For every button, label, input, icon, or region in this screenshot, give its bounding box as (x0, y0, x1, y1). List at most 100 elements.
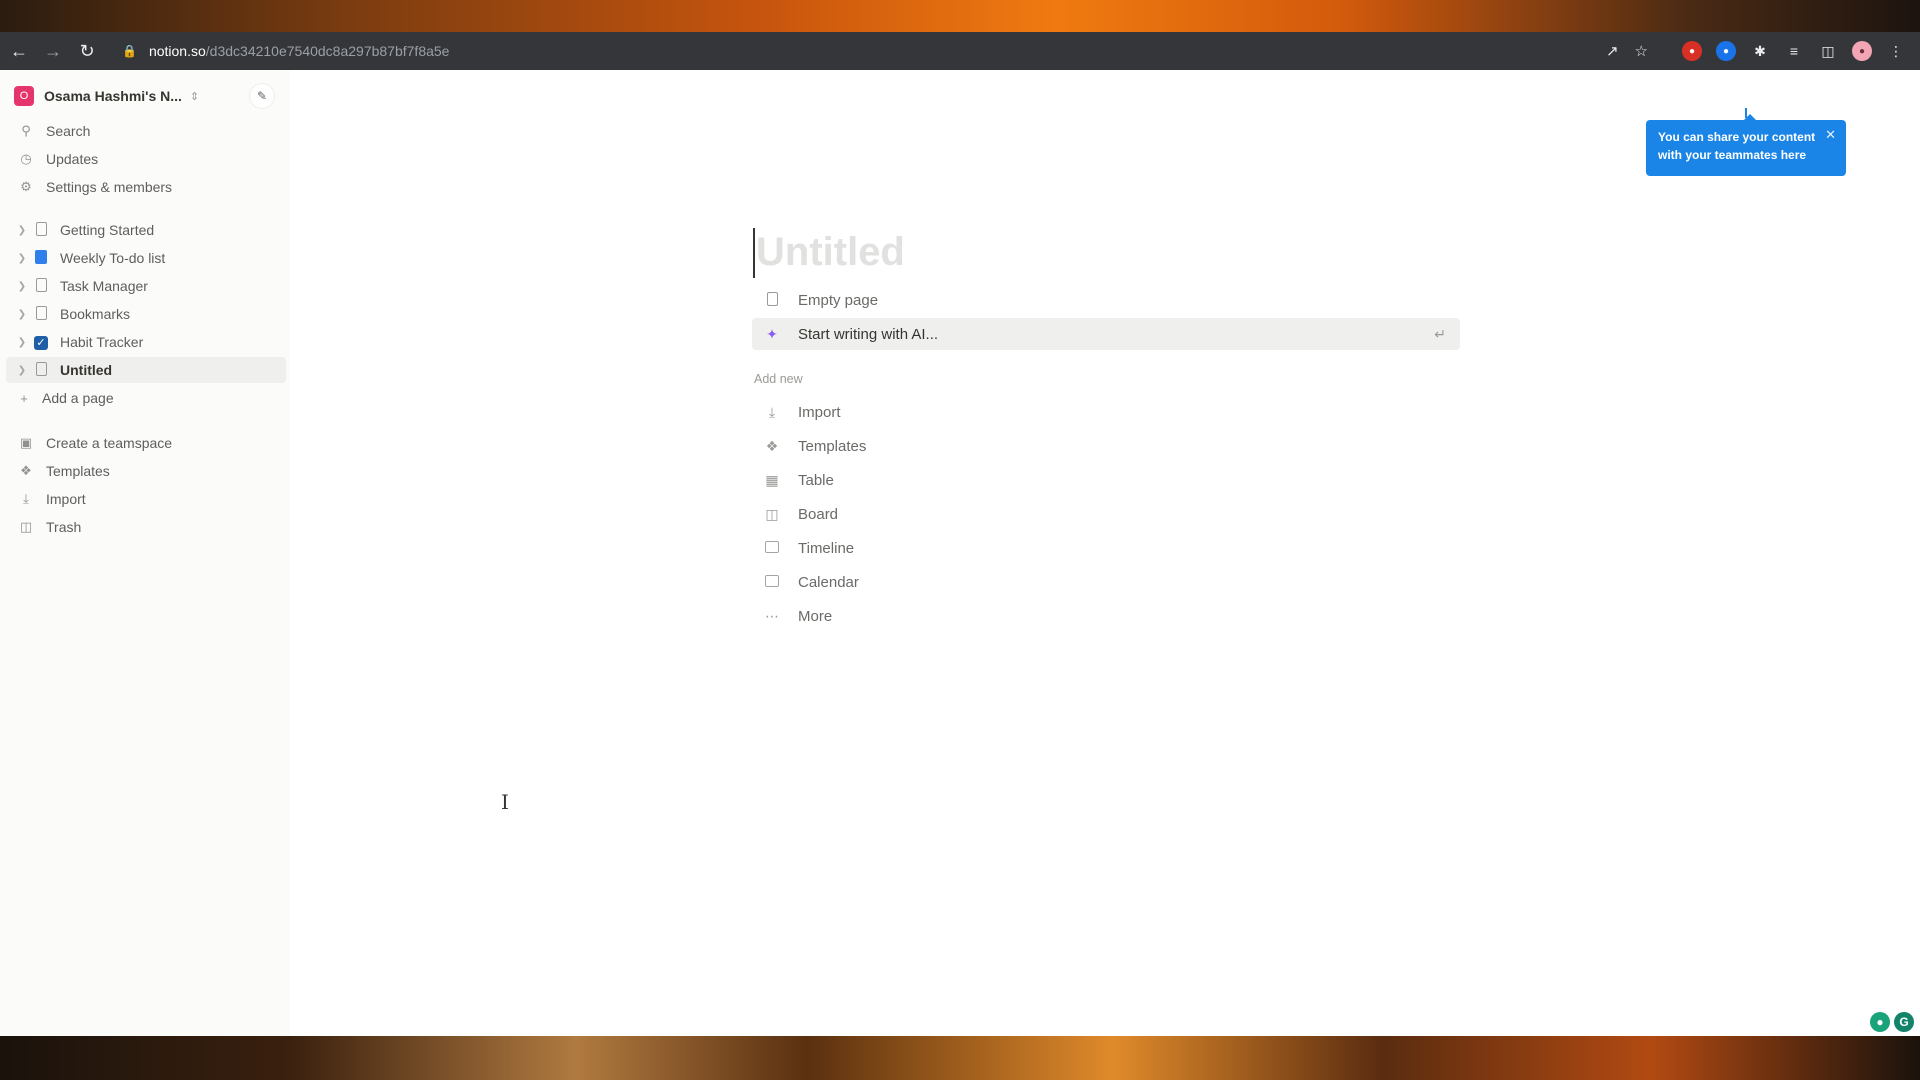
option-label: Calendar (798, 573, 859, 591)
mouse-ibeam-cursor-icon: I (501, 790, 509, 814)
sparkle-icon: ✦ (766, 325, 778, 342)
option-label: Table (798, 471, 834, 489)
search-icon: ⚲ (21, 123, 31, 138)
text-caret (753, 228, 755, 278)
sidebar-item-trash[interactable]: ◫ Trash (6, 514, 286, 540)
option-label: Import (798, 403, 841, 421)
browser-toolbar: ← → ↻ 🔒 notion.so/d3dc34210e7540dc8a297b… (0, 32, 1920, 70)
option-label: More (798, 607, 833, 625)
gear-icon: ⚙ (20, 179, 32, 194)
reading-list-icon[interactable]: ≡ (1784, 41, 1804, 61)
page-icon (32, 361, 50, 379)
sidebar-item-label: Templates (46, 463, 110, 479)
table-icon: ▦ (765, 471, 779, 488)
add-templates-option[interactable]: ❖ Templates (752, 430, 1460, 462)
sidebar-item-label: Settings & members (46, 179, 173, 195)
page-title-input[interactable]: Untitled (756, 230, 905, 275)
sidebar-item-label: Create a teamspace (46, 435, 173, 451)
trash-icon: ◫ (19, 519, 33, 534)
compose-icon: ✎ (256, 89, 268, 103)
back-arrow-icon[interactable]: ← (4, 36, 34, 66)
close-icon[interactable]: ✕ (1825, 126, 1836, 144)
video-frame-top (0, 0, 1920, 32)
sidebar-item-templates[interactable]: ❖ Templates (6, 458, 286, 484)
calendar-extension-icon[interactable]: ● (1682, 41, 1702, 61)
sidebar-item-label: Search (46, 123, 91, 139)
sidebar-item-label: Updates (46, 151, 99, 167)
calendar-icon (762, 574, 782, 590)
option-label: Start writing with AI... (798, 325, 939, 343)
option-label: Timeline (798, 539, 855, 557)
chevron-right-icon[interactable]: ❯ (16, 225, 28, 236)
lightbulb-icon[interactable]: ● (1870, 1012, 1890, 1032)
lock-icon: 🔒 (122, 44, 137, 58)
sidebar-item-search[interactable]: ⚲ Search (6, 118, 286, 144)
sidebar-item-label: Add a page (42, 390, 114, 406)
tooltip-text: You can share your content with your tea… (1658, 130, 1816, 162)
sidebar-item-label: Weekly To-do list (60, 250, 166, 266)
workspace-switcher[interactable]: O Osama Hashmi's N... ⇕ ✎ (14, 84, 276, 108)
share-icon[interactable]: ↗ (1606, 42, 1619, 60)
side-panel-icon[interactable]: ◫ (1818, 41, 1838, 61)
empty-page-option[interactable]: Empty page (752, 284, 1460, 316)
add-calendar-option[interactable]: Calendar (752, 566, 1460, 598)
page-icon (762, 291, 782, 309)
new-page-button[interactable]: ✎ (250, 84, 274, 108)
add-table-option[interactable]: ▦ Table (752, 464, 1460, 496)
clock-icon: ◷ (20, 151, 32, 166)
sidebar-item-label: Bookmarks (60, 306, 131, 322)
ai-writing-option[interactable]: ✦ Start writing with AI... ↵ (752, 318, 1460, 350)
omnibox-actions: ↗ ☆ (1606, 37, 1648, 65)
sidebar-item-settings[interactable]: ⚙ Settings & members (6, 174, 286, 200)
sidebar-page-untitled[interactable]: ❯ Untitled (6, 357, 286, 383)
reload-icon[interactable]: ↻ (72, 36, 102, 66)
bookmark-star-icon[interactable]: ☆ (1635, 42, 1648, 60)
enter-key-icon: ↵ (1434, 325, 1446, 342)
sidebar-page-task-manager[interactable]: ❯ Task Manager (6, 273, 286, 299)
add-new-heading: Add new (754, 372, 803, 386)
puzzle-extensions-icon[interactable]: ✱ (1750, 41, 1770, 61)
profile-avatar[interactable]: ● (1852, 41, 1872, 61)
sidebar-page-getting-started[interactable]: ❯ Getting Started (6, 217, 286, 243)
video-frame-bottom (0, 1036, 1920, 1080)
option-label: Empty page (798, 291, 879, 309)
grammar-extension-icon[interactable]: ● (1716, 41, 1736, 61)
address-bar[interactable]: 🔒 notion.so/d3dc34210e7540dc8a297b87bf7f… (108, 37, 1648, 65)
forward-arrow-icon[interactable]: → (38, 36, 68, 66)
chevron-right-icon[interactable]: ❯ (16, 253, 28, 264)
add-import-option[interactable]: ⤓ Import (752, 396, 1460, 428)
sidebar-item-import[interactable]: ⤓ Import (6, 486, 286, 512)
browser-menu-icon[interactable]: ⋮ (1886, 41, 1906, 61)
plus-icon: + (20, 390, 28, 406)
add-more-option[interactable]: ⋯ More (752, 600, 1460, 632)
workspace-name: Osama Hashmi's N... (44, 88, 182, 104)
page-icon (32, 305, 50, 323)
sidebar-item-label: Trash (46, 519, 82, 535)
add-timeline-option[interactable]: Timeline (752, 532, 1460, 564)
grammarly-icon[interactable]: G (1894, 1012, 1914, 1032)
url-host: notion.so (148, 43, 206, 59)
chevron-right-icon[interactable]: ❯ (16, 281, 28, 292)
notion-app: O Osama Hashmi's N... ⇕ ✎ ⚲ Search ◷ Upd… (0, 70, 1920, 1036)
sidebar-page-habit-tracker[interactable]: ❯ ✓ Habit Tracker (6, 329, 286, 355)
book-icon (32, 249, 50, 267)
sidebar-item-create-teamspace[interactable]: ▣ Create a teamspace (6, 430, 286, 456)
sidebar-page-bookmarks[interactable]: ❯ Bookmarks (6, 301, 286, 327)
chevron-right-icon[interactable]: ❯ (16, 337, 28, 348)
teamspace-icon: ▣ (19, 435, 33, 450)
chevron-right-icon[interactable]: ❯ (16, 309, 28, 320)
option-label: Board (798, 505, 839, 523)
sidebar-item-label: Getting Started (60, 222, 155, 238)
sidebar-page-weekly-todo[interactable]: ❯ Weekly To-do list (6, 245, 286, 271)
templates-icon: ❖ (765, 437, 779, 454)
url-path: /d3dc34210e7540dc8a297b87bf7f8a5e (205, 43, 450, 59)
sidebar-item-updates[interactable]: ◷ Updates (6, 146, 286, 172)
option-label: Templates (798, 437, 867, 455)
add-page-button[interactable]: + Add a page (6, 385, 286, 411)
sidebar: O Osama Hashmi's N... ⇕ ✎ ⚲ Search ◷ Upd… (0, 70, 290, 1036)
sidebar-item-label: Task Manager (60, 278, 148, 294)
add-board-option[interactable]: ◫ Board (752, 498, 1460, 530)
more-dots-icon: ⋯ (765, 607, 779, 624)
chevron-updown-icon: ⇕ (189, 90, 200, 103)
chevron-right-icon[interactable]: ❯ (16, 365, 28, 376)
